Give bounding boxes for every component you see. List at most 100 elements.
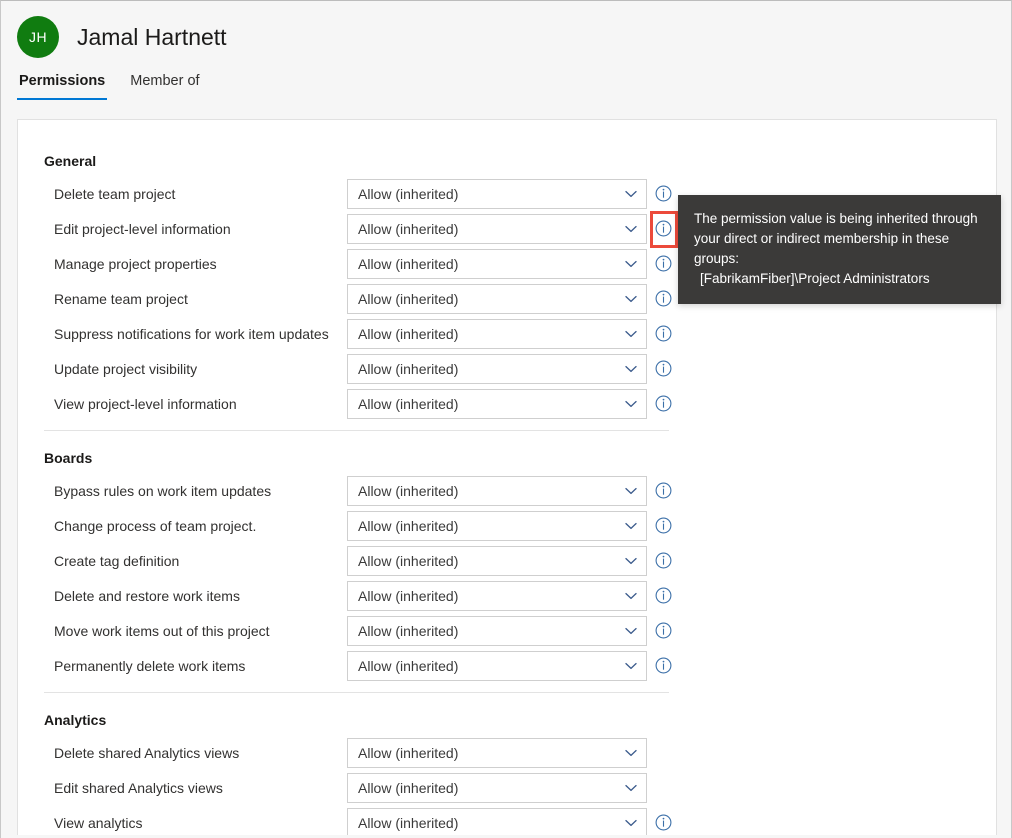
permission-row: Change process of team project. Allow (in… (18, 511, 718, 541)
profile-header: JH Jamal Hartnett Permissions Member of (1, 1, 1011, 105)
permission-value-dropdown[interactable]: Allow (inherited) (347, 476, 647, 506)
permission-value-dropdown[interactable]: Allow (inherited) (347, 179, 647, 209)
permission-label: Change process of team project. (54, 511, 256, 541)
tooltip-line-1: The permission value is being inherited … (694, 209, 985, 229)
permission-value-dropdown[interactable]: Allow (inherited) (347, 651, 647, 681)
info-circle-icon[interactable] (655, 360, 672, 377)
permission-row: View analyticsAllow (inherited) (18, 808, 718, 835)
permission-value-dropdown[interactable]: Allow (inherited) (347, 214, 647, 244)
page-root: JH Jamal Hartnett Permissions Member of G… (0, 0, 1012, 838)
chevron-down-icon (625, 477, 637, 505)
permission-row: Edit shared Analytics views Allow (inheri… (18, 773, 718, 803)
permission-value-dropdown[interactable]: Allow (inherited) (347, 738, 647, 768)
permission-row: Rename team project Allow (inherited) (18, 284, 718, 314)
chevron-down-icon (625, 809, 637, 835)
chevron-down-icon (625, 390, 637, 418)
chevron-down-icon (625, 617, 637, 645)
identity-block: JH Jamal Hartnett (17, 16, 227, 58)
info-circle-icon[interactable] (655, 814, 672, 831)
chevron-down-icon (625, 215, 637, 243)
permission-value-text: Allow (inherited) (358, 617, 458, 645)
info-circle-icon[interactable] (655, 482, 672, 499)
permission-label: View project-level information (54, 389, 237, 419)
permission-row: Move work items out of this project Allow… (18, 616, 718, 646)
permission-value-text: Allow (inherited) (358, 390, 458, 418)
info-circle-icon[interactable] (655, 587, 672, 604)
permission-value-text: Allow (inherited) (358, 582, 458, 610)
permission-label: Move work items out of this project (54, 616, 270, 646)
permission-row: Bypass rules on work item updates Allow (… (18, 476, 718, 506)
chevron-down-icon (625, 774, 637, 802)
permission-label: Delete and restore work items (54, 581, 240, 611)
permission-value-text: Allow (inherited) (358, 809, 458, 835)
permission-label: Manage project properties (54, 249, 217, 279)
section-title-general: General (44, 153, 96, 169)
chevron-down-icon (625, 285, 637, 313)
inherited-permission-tooltip: The permission value is being inherited … (678, 195, 1001, 304)
info-circle-icon[interactable] (655, 220, 672, 237)
permission-label: Delete team project (54, 179, 175, 209)
tooltip-line-3: groups: (694, 249, 985, 269)
tab-list: Permissions Member of (17, 69, 223, 100)
section-divider (44, 430, 669, 431)
page-title: Jamal Hartnett (77, 24, 227, 51)
permission-value-dropdown[interactable]: Allow (inherited) (347, 319, 647, 349)
permission-label: Update project visibility (54, 354, 197, 384)
permission-row: Delete team project Allow (inherited) (18, 179, 718, 209)
info-circle-icon[interactable] (655, 395, 672, 412)
info-circle-icon[interactable] (655, 185, 672, 202)
tab-permissions[interactable]: Permissions (17, 69, 107, 100)
permission-value-text: Allow (inherited) (358, 250, 458, 278)
permission-row: Delete and restore work items Allow (inhe… (18, 581, 718, 611)
chevron-down-icon (625, 355, 637, 383)
permission-value-text: Allow (inherited) (358, 285, 458, 313)
info-circle-icon[interactable] (655, 622, 672, 639)
permission-label: Delete shared Analytics views (54, 738, 239, 768)
chevron-down-icon (625, 582, 637, 610)
tooltip-group-name: [FabrikamFiber]\Project Administrators (694, 269, 985, 289)
tab-member-of[interactable]: Member of (128, 69, 201, 100)
permission-value-dropdown[interactable]: Allow (inherited) (347, 546, 647, 576)
permission-value-dropdown[interactable]: Allow (inherited) (347, 249, 647, 279)
permission-value-dropdown[interactable]: Allow (inherited) (347, 389, 647, 419)
permission-label: Edit project-level information (54, 214, 231, 244)
permission-label: Permanently delete work items (54, 651, 245, 681)
permission-row: Delete shared Analytics views Allow (inhe… (18, 738, 718, 768)
permission-label: Edit shared Analytics views (54, 773, 223, 803)
permission-value-text: Allow (inherited) (358, 739, 458, 767)
permission-value-text: Allow (inherited) (358, 774, 458, 802)
permission-value-dropdown[interactable]: Allow (inherited) (347, 511, 647, 541)
permission-row: Suppress notifications for work item upd… (18, 319, 718, 349)
info-circle-icon[interactable] (655, 552, 672, 569)
chevron-down-icon (625, 180, 637, 208)
permission-value-text: Allow (inherited) (358, 355, 458, 383)
permission-row: Edit project-level information Allow (inh… (18, 214, 718, 244)
permission-label: Rename team project (54, 284, 188, 314)
info-circle-icon[interactable] (655, 325, 672, 342)
permission-value-dropdown[interactable]: Allow (inherited) (347, 284, 647, 314)
permission-value-dropdown[interactable]: Allow (inherited) (347, 773, 647, 803)
chevron-down-icon (625, 250, 637, 278)
avatar: JH (17, 16, 59, 58)
permission-value-dropdown[interactable]: Allow (inherited) (347, 616, 647, 646)
chevron-down-icon (625, 320, 637, 348)
permission-label: Suppress notifications for work item upd… (54, 319, 329, 349)
permission-value-text: Allow (inherited) (358, 547, 458, 575)
info-circle-icon[interactable] (655, 290, 672, 307)
permission-row: Create tag definitionAllow (inherited) (18, 546, 718, 576)
permission-row: Update project visibility Allow (inherite… (18, 354, 718, 384)
permission-label: Bypass rules on work item updates (54, 476, 271, 506)
permission-value-text: Allow (inherited) (358, 652, 458, 680)
info-circle-icon[interactable] (655, 255, 672, 272)
section-title-analytics: Analytics (44, 712, 106, 728)
permission-value-dropdown[interactable]: Allow (inherited) (347, 808, 647, 835)
info-circle-icon[interactable] (655, 657, 672, 674)
section-title-boards: Boards (44, 450, 92, 466)
permission-row: View project-level information Allow (inh… (18, 389, 718, 419)
permission-value-dropdown[interactable]: Allow (inherited) (347, 581, 647, 611)
info-circle-icon[interactable] (655, 517, 672, 534)
permission-value-text: Allow (inherited) (358, 180, 458, 208)
permission-value-dropdown[interactable]: Allow (inherited) (347, 354, 647, 384)
permission-row: Permanently delete work items Allow (inhe… (18, 651, 718, 681)
permission-value-text: Allow (inherited) (358, 320, 458, 348)
